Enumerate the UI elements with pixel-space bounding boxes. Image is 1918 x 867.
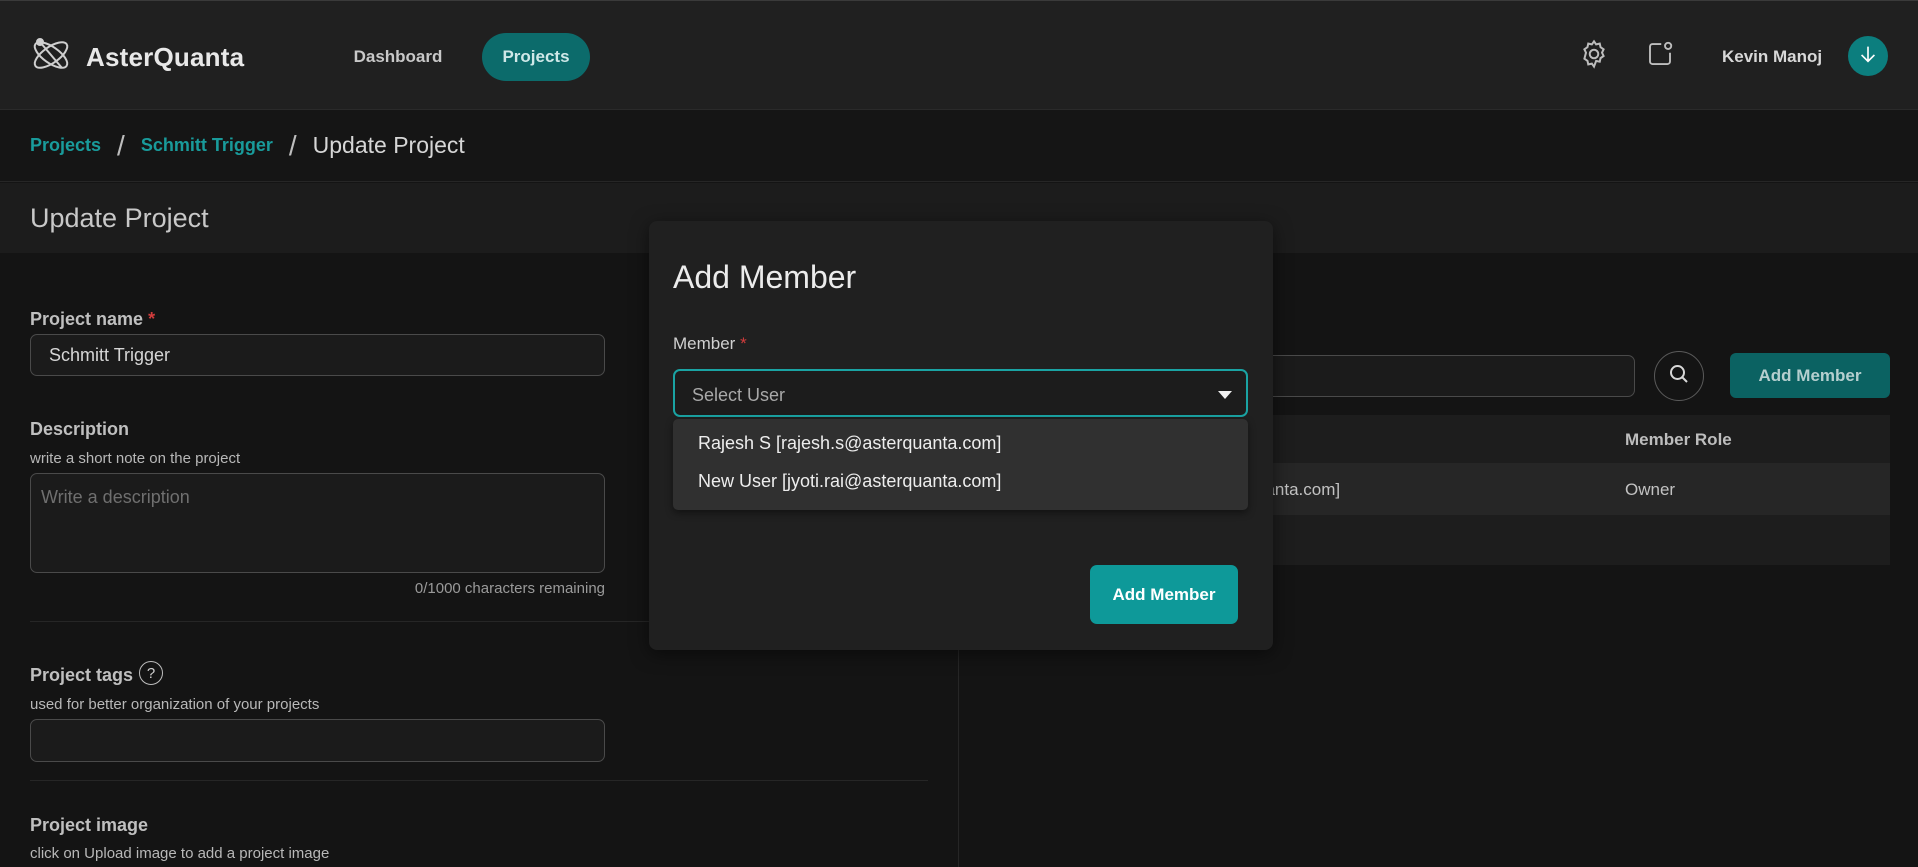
user-name[interactable]: Kevin Manoj: [1722, 47, 1822, 67]
search-button[interactable]: [1654, 351, 1704, 401]
project-tags-label: Project tags: [30, 665, 134, 685]
modal-title: Add Member: [673, 259, 857, 295]
breadcrumb-projects[interactable]: Projects: [30, 135, 101, 156]
add-member-modal: Add Member Member * Select User Rajesh S…: [649, 221, 1273, 650]
project-tags-input[interactable]: [30, 719, 605, 762]
notifications-button[interactable]: [1643, 39, 1677, 73]
breadcrumb: Projects / Schmitt Trigger / Update Proj…: [0, 110, 1918, 182]
description-textarea[interactable]: Write a description: [30, 473, 605, 573]
dropdown-option[interactable]: Rajesh S [rajesh.s@asterquanta.com]: [698, 433, 1001, 454]
description-hint: write a short note on the project: [30, 450, 241, 467]
section-divider: [30, 780, 928, 781]
app-page: AsterQuanta Dashboard Projects Kevin Man…: [0, 0, 1918, 867]
modal-add-member-button[interactable]: Add Member: [1090, 565, 1238, 624]
column-member-role: Member Role: [1625, 430, 1732, 449]
settings-button[interactable]: [1577, 39, 1611, 73]
project-image-hint: click on Upload image to add a project i…: [30, 845, 330, 862]
atom-logo-icon: [28, 32, 74, 83]
required-mark: *: [740, 334, 747, 353]
breadcrumb-current: Update Project: [312, 132, 465, 158]
description-placeholder: Write a description: [41, 487, 190, 507]
arrow-down-icon: [1857, 43, 1879, 70]
help-icon[interactable]: ?: [139, 661, 163, 685]
member-dropdown: Rajesh S [rajesh.s@asterquanta.com] New …: [673, 419, 1248, 510]
nav-dashboard[interactable]: Dashboard: [338, 33, 458, 81]
brand-name: AsterQuanta: [86, 41, 245, 72]
required-mark: *: [148, 309, 156, 329]
breadcrumb-separator: /: [288, 129, 297, 161]
notification-icon: [1645, 39, 1675, 74]
member-select[interactable]: Select User: [673, 369, 1248, 417]
caret-down-icon: [1218, 391, 1232, 399]
description-label: Description: [30, 419, 130, 439]
member-role: Owner: [1625, 480, 1676, 499]
dropdown-option[interactable]: New User [jyoti.rai@asterquanta.com]: [698, 471, 1001, 492]
add-member-button[interactable]: Add Member: [1730, 353, 1890, 398]
project-name-input[interactable]: Schmitt Trigger: [30, 334, 605, 376]
gear-icon: [1578, 38, 1610, 75]
project-image-label: Project image: [30, 815, 149, 835]
project-name-value: Schmitt Trigger: [49, 345, 171, 365]
description-counter: 0/1000 characters remaining: [414, 580, 605, 597]
project-name-label-text: Project name: [30, 309, 144, 329]
search-icon: [1667, 362, 1691, 391]
project-tags-hint: used for better organization of your pro…: [30, 696, 320, 713]
breadcrumb-separator: /: [117, 129, 125, 161]
top-navbar: AsterQuanta Dashboard Projects Kevin Man…: [0, 0, 1918, 110]
member-select-placeholder: Select User: [692, 385, 786, 405]
member-label-text: Member: [673, 334, 736, 353]
nav-projects[interactable]: Projects: [482, 33, 590, 81]
breadcrumb-project[interactable]: Schmitt Trigger: [141, 135, 273, 156]
page-title: Update Project: [30, 203, 209, 233]
member-label: Member *: [673, 334, 747, 354]
brand-logo[interactable]: AsterQuanta: [28, 35, 244, 79]
project-name-label: Project name *: [30, 309, 155, 330]
user-avatar-button[interactable]: [1848, 36, 1888, 76]
